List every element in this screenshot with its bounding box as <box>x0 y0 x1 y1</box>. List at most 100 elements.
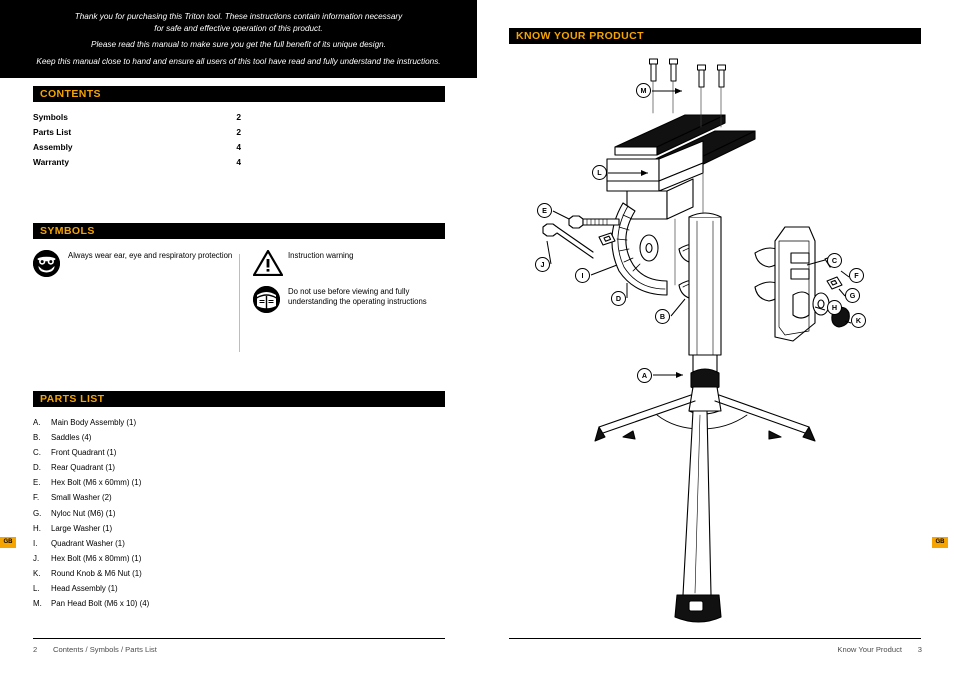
symbol-item: Do not use before viewing and fully unde… <box>253 285 445 313</box>
parts-list-item: D. Rear Quadrant (1) <box>33 460 413 475</box>
language-tab-gb: GB <box>0 537 16 548</box>
footer-rule <box>33 638 445 639</box>
parts-list-item: C. Front Quadrant (1) <box>33 445 413 460</box>
product-exploded-diagram: M L E J I D B A C F G H K <box>507 55 927 625</box>
parts-list-item-letter: K. <box>33 568 41 578</box>
right-page: KNOW YOUR PRODUCT M L E J I D B A C F G … <box>477 0 954 675</box>
parts-list-item-name: Front Quadrant (1) <box>51 448 117 458</box>
intro-line-2: for safe and effective operation of this… <box>154 23 323 33</box>
product-diagram-svg <box>542 58 852 623</box>
callout-e: E <box>537 203 552 218</box>
section-header-know-your-product-label: KNOW YOUR PRODUCT <box>516 30 644 42</box>
footer-label: Know Your Product <box>837 645 902 654</box>
parts-list-item-name: Round Knob & M6 Nut (1) <box>51 568 142 578</box>
contents-item-page: 4 <box>236 157 241 167</box>
callout-j: J <box>535 257 550 272</box>
symbol-item-text: Instruction warning <box>288 251 354 260</box>
parts-list-item-name: Rear Quadrant (1) <box>51 463 116 473</box>
parts-list-item-letter: C. <box>33 448 41 458</box>
section-header-symbols-label: SYMBOLS <box>40 225 95 237</box>
section-header-contents-label: CONTENTS <box>40 88 101 100</box>
parts-list-item-name: Hex Bolt (M6 x 80mm) (1) <box>51 553 142 563</box>
symbols-grid: Always wear ear, eye and respiratory pro… <box>33 249 445 365</box>
intro-line-1: Thank you for purchasing this Triton too… <box>74 12 403 21</box>
footer-label: Contents / Symbols / Parts List <box>53 645 157 654</box>
parts-list-item: M. Pan Head Bolt (M6 x 10) (4) <box>33 596 413 611</box>
page-number: 3 <box>917 645 922 654</box>
callout-c: C <box>827 253 842 268</box>
parts-list-item-name: Nyloc Nut (M6) (1) <box>51 508 116 518</box>
contents-row: Warranty 4 <box>33 155 283 170</box>
parts-list-item: B. Saddles (4) <box>33 430 413 445</box>
symbols-column-left: Always wear ear, eye and respiratory pro… <box>33 250 238 278</box>
parts-list-item: H. Large Washer (1) <box>33 521 413 536</box>
parts-list-item-letter: F. <box>33 493 40 503</box>
section-header-contents: CONTENTS <box>33 86 445 102</box>
symbol-item: Always wear ear, eye and respiratory pro… <box>33 250 238 277</box>
left-page: Thank you for purchasing this Triton too… <box>0 0 477 675</box>
contents-row: Symbols 2 <box>33 110 283 125</box>
callout-g: G <box>845 288 860 303</box>
callout-k: K <box>851 313 866 328</box>
symbol-item-text: Do not use before viewing and fully unde… <box>288 286 427 307</box>
parts-list-item-name: Hex Bolt (M6 x 60mm) (1) <box>51 478 142 488</box>
ppe-icon <box>33 250 61 278</box>
contents-list: Symbols 2 Parts List 2 Assembly 4 Warran… <box>33 110 283 170</box>
contents-item-label: Symbols <box>33 112 68 122</box>
contents-item-page: 4 <box>236 142 241 152</box>
section-header-symbols: SYMBOLS <box>33 223 445 239</box>
parts-list-item-letter: I. <box>33 538 38 548</box>
parts-list-item: I. Quadrant Washer (1) <box>33 536 413 551</box>
parts-list-item: A. Main Body Assembly (1) <box>33 415 413 430</box>
contents-item-label: Warranty <box>33 157 69 167</box>
warning-triangle-icon <box>252 249 284 278</box>
page-number: 2 <box>33 645 38 654</box>
callout-b: B <box>655 309 670 324</box>
contents-item-label: Assembly <box>33 142 73 152</box>
symbols-divider <box>239 254 240 352</box>
parts-list-item-letter: G. <box>33 508 42 518</box>
contents-item-page: 2 <box>236 112 241 122</box>
parts-list-item-name: Saddles (4) <box>51 433 92 443</box>
parts-list-item: K. Round Knob & M6 Nut (1) <box>33 566 413 581</box>
parts-list-item-letter: D. <box>33 463 41 473</box>
contents-item-label: Parts List <box>33 127 72 137</box>
callout-h: H <box>827 300 842 315</box>
parts-list-item-letter: M. <box>33 599 42 609</box>
read-instructions-icon <box>253 285 281 314</box>
contents-item-page: 2 <box>236 127 241 137</box>
callout-i: I <box>575 268 590 283</box>
parts-list-item-letter: A. <box>33 418 41 427</box>
parts-list-item-letter: J. <box>33 553 40 563</box>
parts-list-item-name: Small Washer (2) <box>51 493 112 503</box>
symbol-item-text: Always wear ear, eye and respiratory pro… <box>68 251 233 260</box>
section-header-know-your-product: KNOW YOUR PRODUCT <box>509 28 921 44</box>
parts-list-item-name: Large Washer (1) <box>51 523 113 533</box>
language-tab-gb: GB <box>932 537 948 548</box>
parts-list-item: F. Small Washer (2) <box>33 490 413 505</box>
symbol-item: Instruction warning <box>252 249 445 277</box>
intro-line-4: Keep this manual close to hand and ensur… <box>36 56 441 66</box>
intro-block: Thank you for purchasing this Triton too… <box>0 0 477 78</box>
parts-list-item: G. Nyloc Nut (M6) (1) <box>33 506 413 521</box>
parts-list-item-name: Quadrant Washer (1) <box>51 538 125 548</box>
callout-l: L <box>592 165 607 180</box>
contents-row: Parts List 2 <box>33 125 283 140</box>
callout-d: D <box>611 291 626 306</box>
parts-list-item-name: Head Assembly (1) <box>51 584 118 594</box>
parts-list-item-letter: L. <box>33 584 40 594</box>
parts-list: A. Main Body Assembly (1) B. Saddles (4)… <box>33 415 413 611</box>
section-header-parts-list-label: PARTS LIST <box>40 393 105 405</box>
parts-list-item-letter: H. <box>33 523 41 533</box>
parts-list-item: J. Hex Bolt (M6 x 80mm) (1) <box>33 551 413 566</box>
callout-a: A <box>637 368 652 383</box>
callout-m: M <box>636 83 651 98</box>
parts-list-item-name: Pan Head Bolt (M6 x 10) (4) <box>51 599 150 609</box>
intro-line-3: Please read this manual to make sure you… <box>91 40 386 49</box>
parts-list-item-letter: B. <box>33 433 41 443</box>
manual-spread: Thank you for purchasing this Triton too… <box>0 0 954 675</box>
footer-rule <box>509 638 921 639</box>
contents-row: Assembly 4 <box>33 140 283 155</box>
parts-list-item: E. Hex Bolt (M6 x 60mm) (1) <box>33 475 413 490</box>
parts-list-item-name: Main Body Assembly (1) <box>51 418 137 427</box>
